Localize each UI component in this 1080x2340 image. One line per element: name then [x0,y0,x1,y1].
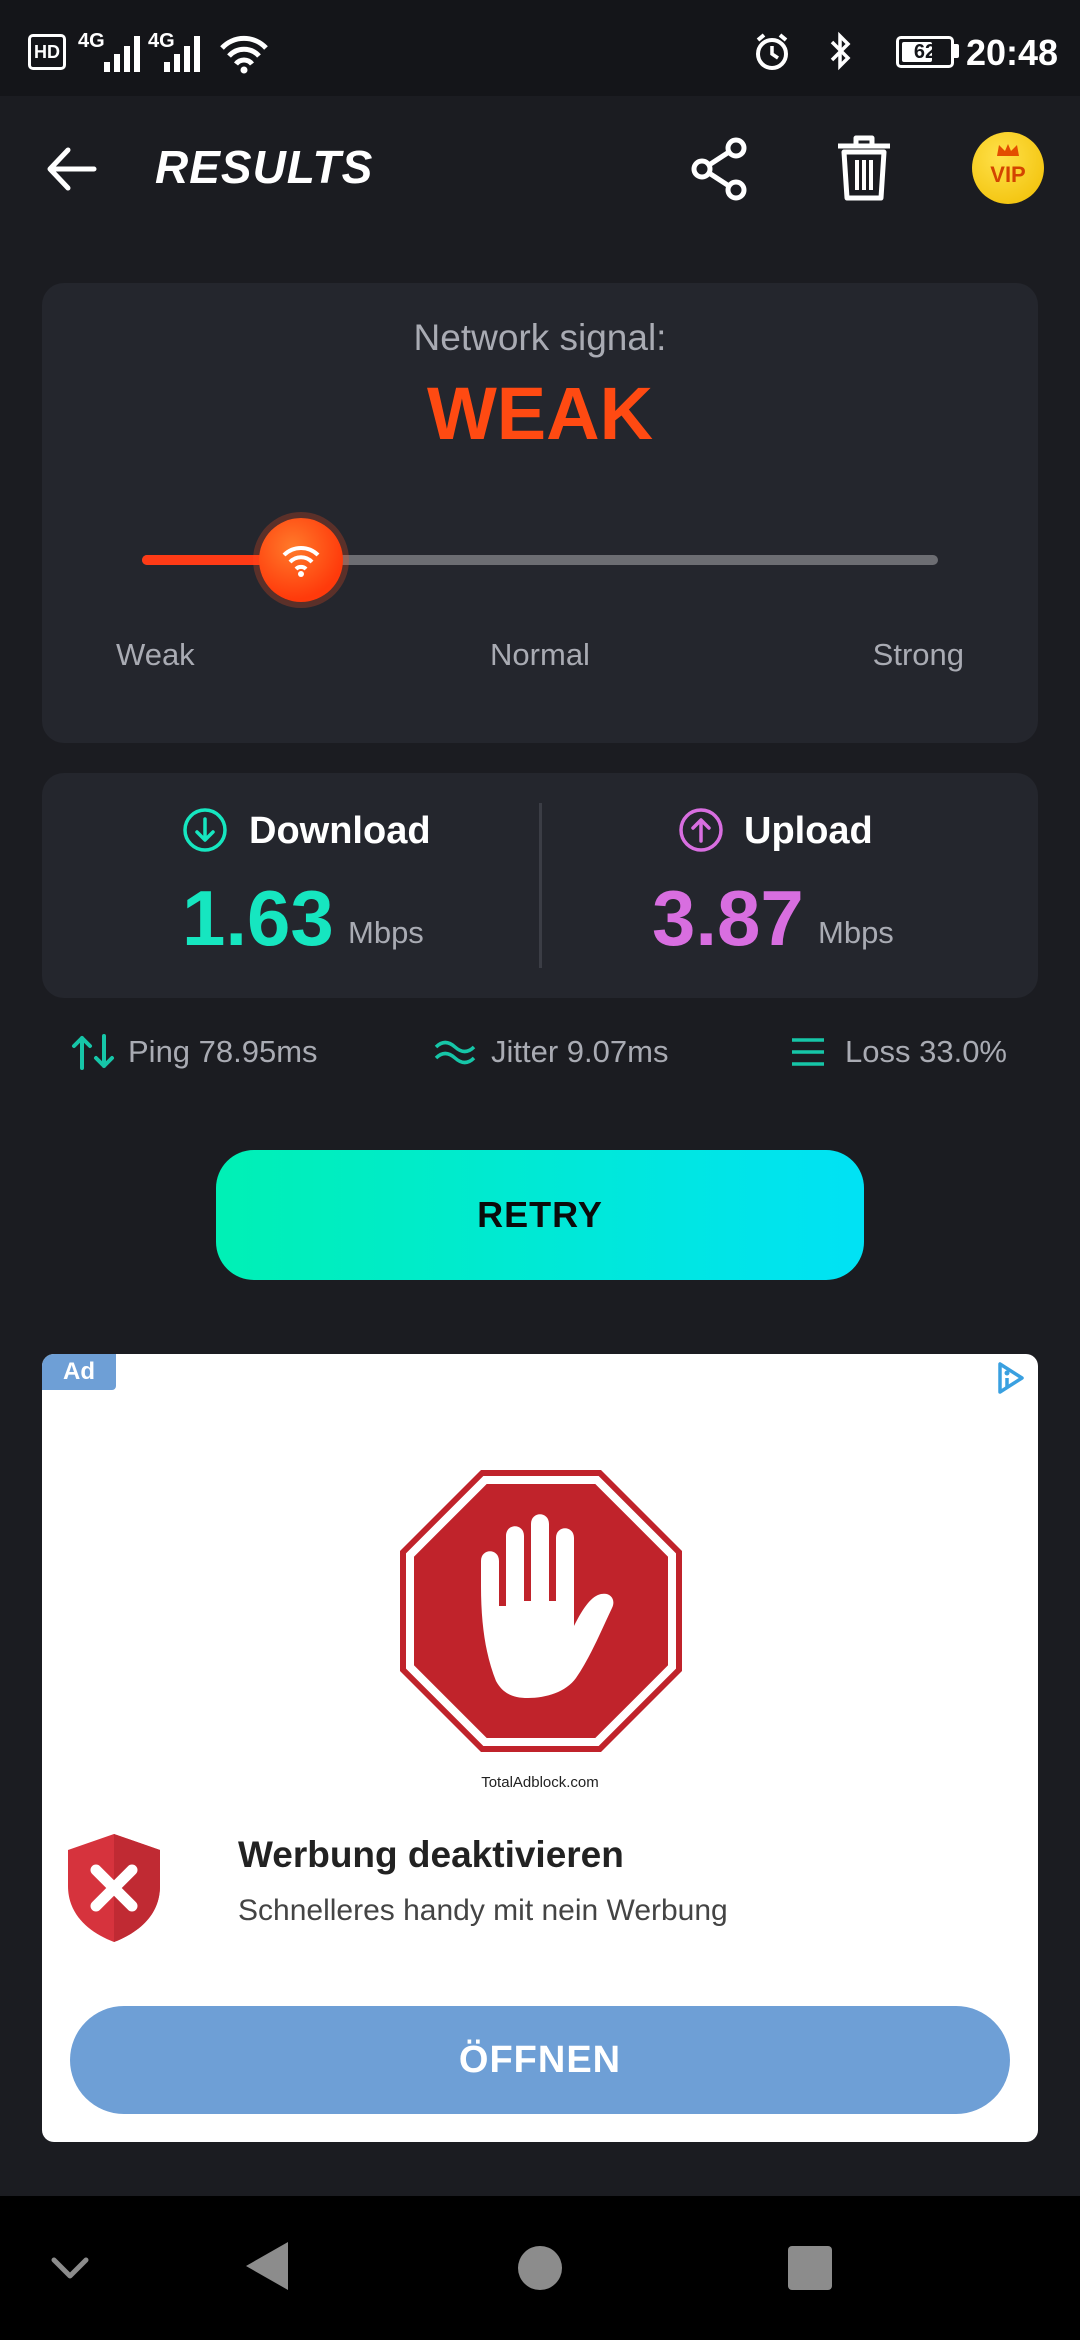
ad-banner[interactable]: Ad TotalAdblock.com Werbung deaktivieren… [42,1354,1038,2142]
clock: 20:48 [966,32,1059,73]
adchoices-icon[interactable] [992,1360,1026,1396]
download-unit: Mbps [348,915,424,950]
battery-level: 62 [913,40,937,63]
signal-icon-2 [164,36,200,72]
ad-badge: Ad [42,1354,116,1390]
scale-strong: Strong [872,637,964,672]
ad-open-button[interactable]: ÖFFNEN [70,2006,1010,2114]
loss-icon [792,1038,824,1066]
battery-tip [954,44,959,58]
back-nav-icon[interactable] [244,2240,290,2292]
ping-metric: Ping 78.95ms [128,1034,318,1069]
status-bar: HD 4G 4G 62 20:48 [0,0,1080,96]
upload-unit: Mbps [818,915,894,950]
recents-nav-icon[interactable] [788,2246,832,2290]
chevron-down-icon[interactable] [50,2256,90,2280]
page-title: RESULTS [155,141,374,193]
speed-card: Download 1.63 Mbps Upload 3.87 Mbps [42,773,1038,998]
vip-badge-button[interactable]: VIP [972,132,1044,204]
hd-badge: HD [28,34,66,70]
download-value: 1.63 [182,874,334,962]
share-icon[interactable] [688,136,752,202]
back-arrow-icon[interactable] [44,144,100,194]
download-icon [183,808,227,852]
ad-title: Werbung deaktivieren [238,1834,624,1875]
download-section: Download 1.63 Mbps [42,773,540,998]
bluetooth-icon [830,31,851,71]
jitter-icon [434,1040,476,1065]
upload-label: Upload [744,810,873,852]
signal-label: Network signal: [413,317,667,358]
upload-icon [679,808,723,852]
jitter-metric: Jitter 9.07ms [491,1034,669,1069]
home-nav-icon[interactable] [518,2246,562,2290]
signal-icon-1 [104,36,140,72]
alarm-icon [756,33,788,70]
retry-button[interactable]: RETRY [216,1150,864,1280]
crown-icon [997,144,1019,156]
wifi-icon [220,35,268,74]
ping-icon [72,1034,114,1070]
signal-status: WEAK [426,372,654,455]
loss-metric: Loss 33.0% [845,1034,1007,1069]
vip-label: VIP [990,162,1026,187]
battery-icon: 62 [896,36,954,68]
shield-icon [68,1834,160,1942]
system-nav-bar [0,2196,1080,2340]
ad-image-caption: TotalAdblock.com [481,1774,599,1791]
wifi-icon [282,545,320,577]
stop-hand-image [400,1470,682,1752]
upload-value: 3.87 [652,874,804,962]
upload-section: Upload 3.87 Mbps [540,773,1038,998]
trash-icon[interactable] [834,134,894,202]
signal-card: Network signal: WEAK Weak Normal Strong [42,283,1038,743]
signal-knob [259,518,344,602]
download-label: Download [249,810,431,852]
hd-text: HD [34,41,60,62]
ad-subtitle: Schnelleres handy mit nein Werbung [238,1894,728,1927]
